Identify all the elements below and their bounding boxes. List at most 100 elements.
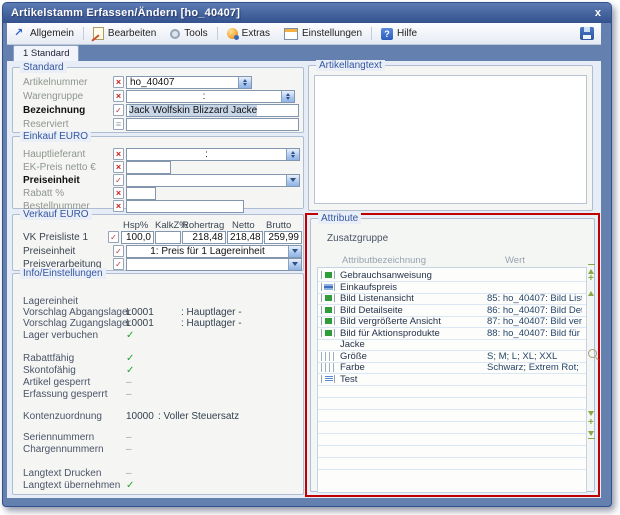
attachment-icon xyxy=(321,271,335,279)
warengruppe-label: Warengruppe xyxy=(23,91,83,102)
empty-attribute-row[interactable] xyxy=(318,386,586,398)
attribute-row[interactable]: Gebrauchsanweisung xyxy=(318,270,586,282)
image-icon xyxy=(321,317,335,325)
check-icon xyxy=(126,330,134,341)
abgangslager-label: Vorschlag Abgangslager xyxy=(23,307,131,318)
checked-doc-icon xyxy=(113,245,124,257)
empty-attribute-row[interactable] xyxy=(318,398,586,410)
hauptlieferant-label: Hauptlieferant xyxy=(23,149,85,160)
mandatory-doc-icon xyxy=(113,90,124,102)
reserviert-label: Reserviert xyxy=(23,119,69,130)
bezeichnung-value: Jack Wolfskin Blizzard Jacke xyxy=(129,105,257,116)
warengruppe-combo[interactable]: : xyxy=(126,90,295,103)
lager-verbuchen-label: Lager verbuchen xyxy=(23,330,98,341)
help-icon xyxy=(381,28,393,40)
group-attribute: Attribute Zusatzgruppe Attributbezeichnu… xyxy=(310,218,595,492)
bezeichnung-input[interactable]: Jack Wolfskin Blizzard Jacke xyxy=(126,104,299,117)
artikelnummer-value: ho_40407 xyxy=(127,77,238,88)
tools-icon xyxy=(170,29,180,39)
spin-button-icon[interactable] xyxy=(286,149,299,160)
spin-button-icon[interactable] xyxy=(238,77,251,88)
zugangslager-label: Vorschlag Zugangslager xyxy=(23,318,131,329)
col-brutto: Brutto xyxy=(266,220,291,231)
dropdown-arrow-icon[interactable] xyxy=(288,246,301,257)
empty-attribute-row[interactable] xyxy=(318,446,586,458)
move-to-bottom-icon[interactable] xyxy=(587,430,596,439)
vk-preiseinheit-combo[interactable]: 1: Preis für 1 Lagereinheit xyxy=(126,245,302,258)
add-row-icon[interactable] xyxy=(587,420,596,429)
menu-bearbeiten-label: Bearbeiten xyxy=(108,28,156,39)
group-standard: Standard Artikelnummer ho_40407 Warengru… xyxy=(12,67,304,133)
rabatt-input[interactable] xyxy=(126,187,156,200)
multivalue-bars-icon xyxy=(321,363,334,372)
artikelnummer-combo[interactable]: ho_40407 xyxy=(126,76,252,89)
attribute-name: Bild Listenansicht xyxy=(340,293,414,304)
menu-hilfe-label: Hilfe xyxy=(397,28,417,39)
allgemein-arrow-icon xyxy=(14,28,26,40)
attribute-name: Bild Detailseite xyxy=(340,305,403,316)
menu-einstellungen[interactable]: Einstellungen xyxy=(277,23,369,44)
empty-attribute-row[interactable] xyxy=(318,422,586,434)
hsp-input[interactable]: 100,0 xyxy=(121,231,154,244)
empty-attribute-row[interactable] xyxy=(318,434,586,446)
menu-tools-label: Tools xyxy=(184,28,207,39)
attributbezeichnung-header: Attributbezeichnung xyxy=(342,255,426,266)
brutto-input[interactable]: 259,99 xyxy=(264,231,302,244)
spin-button-icon[interactable] xyxy=(281,91,294,102)
magnifier-icon[interactable] xyxy=(588,349,597,358)
bestellnummer-input[interactable] xyxy=(126,200,244,213)
group-info-title: Info/Einstellungen xyxy=(20,268,106,279)
tab-standard[interactable]: 1 Standard xyxy=(13,45,79,61)
menu-bearbeiten[interactable]: Bearbeiten xyxy=(86,23,163,44)
menu-einstellungen-label: Einstellungen xyxy=(302,28,362,39)
hauptlieferant-combo[interactable]: : xyxy=(126,148,300,161)
ek-preis-input[interactable] xyxy=(126,161,171,174)
attribute-row[interactable]: Farbe Schwarz; Extrem Rot; Extre xyxy=(318,362,586,374)
reserviert-input[interactable] xyxy=(126,118,299,131)
dropdown-arrow-icon[interactable] xyxy=(286,175,299,186)
attribute-list: Gebrauchsanweisung Einkaufspreis Bild Li… xyxy=(317,267,587,493)
abgangslager-name: : Hauptlager - xyxy=(181,307,242,318)
tab-strip: 1 Standard xyxy=(7,45,601,61)
empty-attribute-row[interactable] xyxy=(318,410,586,422)
attribute-highlight-border: Attribute Zusatzgruppe Attributbezeichnu… xyxy=(305,213,600,497)
check-icon xyxy=(126,353,134,364)
add-row-icon[interactable] xyxy=(587,276,596,285)
preisverarbeitung-combo[interactable] xyxy=(126,258,302,271)
move-up-icon[interactable] xyxy=(587,287,596,296)
ek-preiseinheit-combo[interactable] xyxy=(126,174,300,187)
menu-hilfe[interactable]: Hilfe xyxy=(374,23,424,44)
save-icon[interactable] xyxy=(580,27,594,40)
rabattfaehig-label: Rabattfähig xyxy=(23,353,74,364)
wert-header: Wert xyxy=(505,255,525,266)
preisverarbeitung-value xyxy=(127,259,288,270)
menu-allgemein-label: Allgemein xyxy=(30,28,74,39)
edit-icon xyxy=(93,27,104,40)
title-bar[interactable]: Artikelstamm Erfassen/Ändern [ho_40407] … xyxy=(3,3,611,23)
attribute-row[interactable]: Jacke xyxy=(318,339,586,351)
dropdown-arrow-icon[interactable] xyxy=(288,259,301,270)
dash-icon xyxy=(126,432,132,443)
attribute-row[interactable]: Test xyxy=(318,374,586,386)
attribute-row[interactable]: Bild Listenansicht 85: ho_40407: Bild Li… xyxy=(318,293,586,305)
netto-input[interactable]: 218,48 xyxy=(227,231,263,244)
zugangslager-code: L0001 xyxy=(126,318,154,329)
empty-attribute-row[interactable] xyxy=(318,458,586,470)
menu-tools[interactable]: Tools xyxy=(163,23,214,44)
attribute-wert: 86: ho_40407: Bild Detailseit xyxy=(487,305,582,316)
group-attribute-title: Attribute xyxy=(318,213,361,224)
langtext-textarea[interactable] xyxy=(314,75,587,204)
mandatory-doc-icon xyxy=(113,187,124,199)
extras-icon xyxy=(227,28,238,39)
close-button[interactable]: x xyxy=(585,7,611,19)
menu-extras[interactable]: Extras xyxy=(220,23,277,44)
skontofaehig-label: Skontofähig xyxy=(23,365,76,376)
col-netto: Netto xyxy=(232,220,255,231)
attribute-wert: 87: ho_40407: Bild vergröße xyxy=(487,316,582,327)
menu-allgemein[interactable]: Allgemein xyxy=(7,23,81,44)
rohertrag-input[interactable]: 218,48 xyxy=(182,231,226,244)
attribute-row[interactable]: Bild vergrößerte Ansicht 87: ho_40407: B… xyxy=(318,316,586,328)
kalkz-input[interactable] xyxy=(155,231,181,244)
checked-doc-icon xyxy=(113,258,124,270)
move-to-top-icon[interactable] xyxy=(587,264,596,273)
